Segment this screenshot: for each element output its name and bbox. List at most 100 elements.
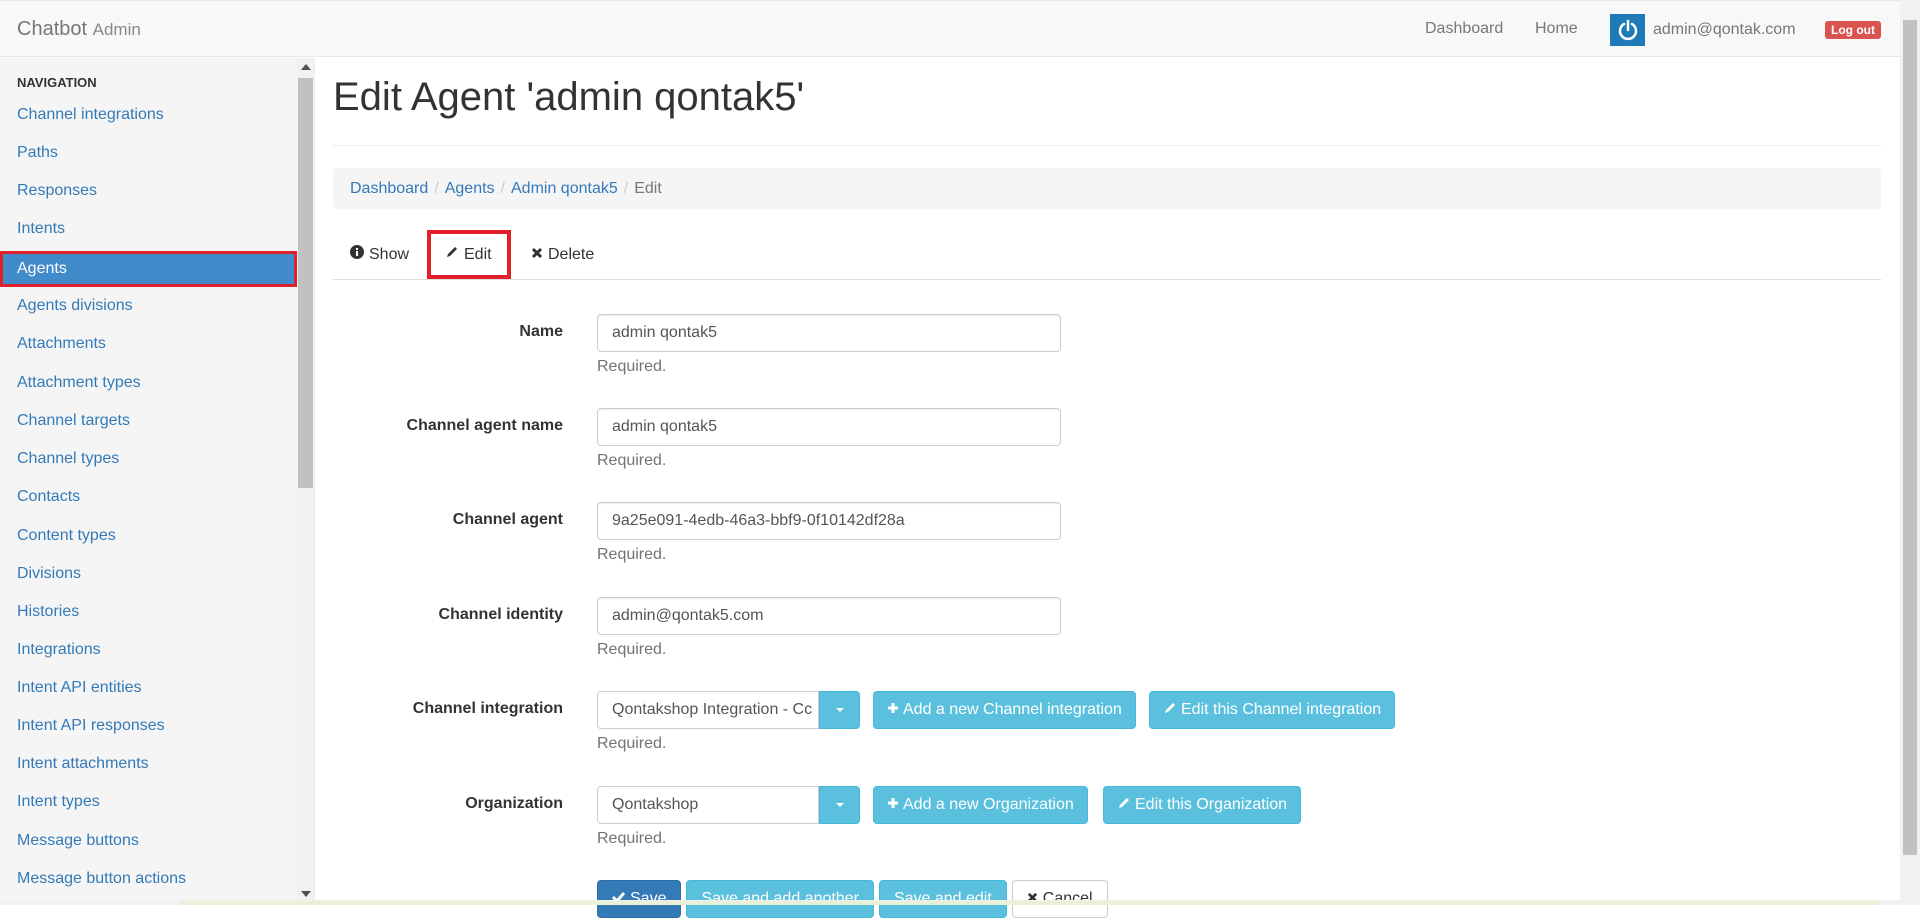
edit-channel-integration-button[interactable]: Edit this Channel integration	[1149, 691, 1396, 729]
horizontal-scroll-thumb[interactable]	[180, 901, 1880, 905]
sidebar-item-content-types[interactable]: Content types	[0, 518, 297, 554]
plus-icon	[887, 796, 899, 814]
channel-agent-name-label: Channel agent name	[406, 417, 563, 434]
plus-icon	[887, 701, 899, 719]
organization-dropdown-button[interactable]	[819, 786, 860, 824]
horizontal-scrollbar[interactable]	[0, 900, 1900, 905]
save-label: Save	[630, 890, 667, 907]
sidebar-item-agents-divisions[interactable]: Agents divisions	[0, 288, 297, 324]
sidebar-item-agents[interactable]: Agents	[0, 251, 297, 287]
tab-show-label: Show	[369, 245, 410, 263]
name-input[interactable]	[597, 314, 1061, 352]
cancel-label: Cancel	[1042, 890, 1093, 907]
user-menu[interactable]: admin@qontak.com	[1610, 14, 1796, 46]
channel-agent-label: Channel agent	[452, 511, 563, 528]
logout-button[interactable]: Log out	[1825, 21, 1881, 39]
tab-edit-label: Edit	[464, 245, 492, 263]
organization-select[interactable]: Qontakshop	[597, 786, 860, 824]
organization-value[interactable]: Qontakshop	[597, 786, 819, 824]
name-label: Name	[519, 323, 563, 340]
scroll-down-arrow-icon[interactable]	[301, 891, 311, 897]
channel-agent-help: Required.	[597, 546, 667, 563]
breadcrumb-separator: /	[434, 179, 439, 197]
edit-organization-label: Edit this Organization	[1135, 796, 1288, 813]
channel-identity-label: Channel identity	[438, 606, 563, 623]
times-icon	[1027, 890, 1038, 908]
sidebar-scroll-thumb[interactable]	[298, 78, 313, 488]
channel-integration-help: Required.	[597, 735, 667, 752]
sidebar-scrollbar[interactable]	[297, 58, 314, 905]
sidebar-item-intent-api-entities[interactable]: Intent API entities	[0, 670, 297, 706]
channel-integration-dropdown-button[interactable]	[819, 691, 860, 729]
sidebar-item-attachments[interactable]: Attachments	[0, 326, 297, 362]
tab-edit[interactable]: Edit	[427, 230, 511, 279]
sidebar-item-channel-integrations[interactable]: Channel integrations	[0, 97, 297, 133]
top-navbar: Chatbot Admin Dashboard Home admin@qonta…	[0, 0, 1900, 57]
nav-link-dashboard[interactable]: Dashboard	[1425, 20, 1503, 38]
channel-agent-name-help: Required.	[597, 452, 667, 469]
sidebar-item-attachment-types[interactable]: Attachment types	[0, 365, 297, 401]
brand-subtitle: Admin	[92, 20, 141, 39]
organization-label: Organization	[465, 795, 563, 812]
cancel-button[interactable]: Cancel	[1011, 880, 1108, 918]
sidebar-item-contacts[interactable]: Contacts	[0, 479, 297, 515]
scroll-up-arrow-icon[interactable]	[301, 64, 311, 70]
channel-agent-name-input[interactable]	[597, 408, 1061, 446]
channel-identity-input[interactable]	[597, 597, 1061, 635]
sidebar-item-message-button-actions[interactable]: Message button actions	[0, 861, 297, 897]
sidebar-item-responses[interactable]: Responses	[0, 173, 297, 209]
pencil-icon	[1117, 796, 1131, 815]
sidebar-item-histories[interactable]: Histories	[0, 594, 297, 630]
breadcrumb: Dashboard / Agents / Admin qontak5 / Edi…	[333, 168, 1881, 209]
form-actions: Save Save and add another Save and edit …	[597, 880, 1108, 918]
brand-title: Chatbot	[17, 18, 88, 40]
check-icon	[611, 890, 626, 908]
channel-identity-help: Required.	[597, 641, 667, 658]
organization-help: Required.	[597, 830, 667, 847]
add-organization-label: Add a new Organization	[903, 796, 1074, 813]
sidebar-item-channel-types[interactable]: Channel types	[0, 441, 297, 477]
breadcrumb-separator: /	[500, 179, 505, 197]
breadcrumb-admin-qontak5[interactable]: Admin qontak5	[511, 180, 618, 198]
sidebar-item-intent-api-responses[interactable]: Intent API responses	[0, 708, 297, 744]
sidebar: NAVIGATION Channel integrations Paths Re…	[0, 58, 315, 905]
title-divider	[333, 145, 1881, 146]
channel-agent-input[interactable]	[597, 502, 1061, 540]
sidebar-header: NAVIGATION	[17, 75, 97, 90]
page-scrollbar[interactable]	[1900, 0, 1920, 905]
save-and-edit-button[interactable]: Save and edit	[878, 880, 1007, 918]
sidebar-item-intent-types[interactable]: Intent types	[0, 784, 297, 820]
save-button[interactable]: Save	[597, 880, 682, 918]
save-and-add-another-button[interactable]: Save and add another	[686, 880, 874, 918]
sidebar-item-channel-targets[interactable]: Channel targets	[0, 403, 297, 439]
sidebar-item-message-buttons[interactable]: Message buttons	[0, 823, 297, 859]
add-channel-integration-button[interactable]: Add a new Channel integration	[873, 691, 1136, 729]
breadcrumb-current: Edit	[634, 179, 662, 197]
channel-integration-value[interactable]: Qontakshop Integration - Cc	[597, 691, 819, 729]
edit-organization-button[interactable]: Edit this Organization	[1103, 786, 1302, 824]
sidebar-item-integrations[interactable]: Integrations	[0, 632, 297, 668]
add-organization-button[interactable]: Add a new Organization	[873, 786, 1088, 824]
sidebar-item-intent-attachments[interactable]: Intent attachments	[0, 746, 297, 782]
tab-delete-label: Delete	[548, 245, 595, 263]
breadcrumb-agents[interactable]: Agents	[445, 180, 495, 198]
sidebar-item-paths[interactable]: Paths	[0, 135, 297, 171]
sidebar-item-divisions[interactable]: Divisions	[0, 556, 297, 592]
brand[interactable]: Chatbot Admin	[17, 18, 141, 41]
tab-show[interactable]: Show	[350, 230, 409, 279]
channel-integration-label: Channel integration	[412, 700, 563, 717]
edit-channel-integration-label: Edit this Channel integration	[1181, 701, 1382, 718]
breadcrumb-separator: /	[623, 179, 629, 197]
nav-link-home[interactable]: Home	[1535, 20, 1578, 38]
pencil-icon	[1163, 701, 1177, 720]
breadcrumb-dashboard[interactable]: Dashboard	[350, 180, 428, 198]
tab-delete[interactable]: Delete	[531, 230, 594, 279]
channel-integration-select[interactable]: Qontakshop Integration - Cc	[597, 691, 860, 729]
page-scroll-thumb[interactable]	[1903, 20, 1917, 855]
add-channel-integration-label: Add a new Channel integration	[903, 701, 1122, 718]
sidebar-item-intents[interactable]: Intents	[0, 211, 297, 247]
pencil-icon	[445, 245, 459, 264]
caret-down-icon	[835, 803, 844, 807]
user-email: admin@qontak.com	[1653, 21, 1796, 38]
power-icon	[1610, 14, 1645, 46]
